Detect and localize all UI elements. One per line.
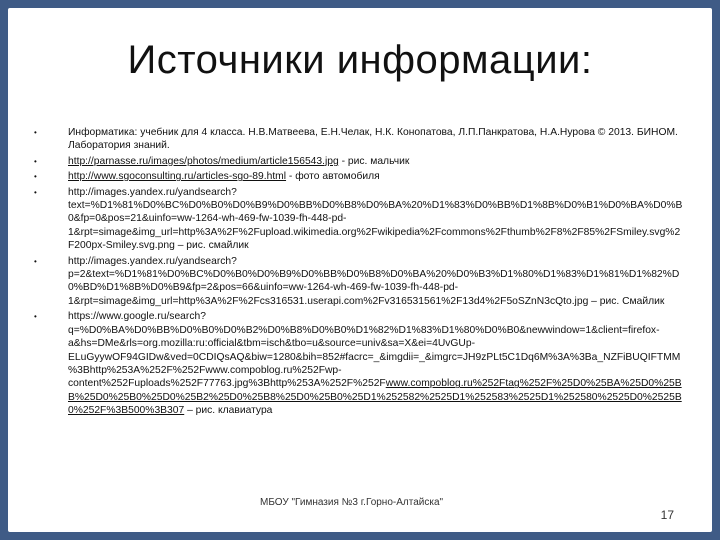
list-item-text: Информатика: учебник для 4 класса. Н.В.М… [68, 127, 678, 152]
bullet-icon: • [34, 256, 37, 266]
link-caption: - фото автомобиля [286, 171, 380, 183]
list-item-text: http://images.yandex.ru/yandsearch?p=2&t… [68, 255, 680, 307]
source-link[interactable]: http://parnasse.ru/images/photos/medium/… [68, 156, 339, 167]
sources-list: • Информатика: учебник для 4 класса. Н.В… [34, 126, 684, 420]
footer-text: МБОУ "Гимназия №3 г.Горно-Алтайска" [260, 497, 444, 508]
link-caption: - рис. мальчик [338, 155, 410, 167]
list-item: • https://www.google.ru/search?q=%D0%BA%… [34, 310, 684, 417]
bullet-icon: • [34, 156, 37, 166]
slide-title: Источники информации: [127, 38, 593, 82]
page-number: 17 [660, 508, 674, 522]
bullet-icon: • [34, 187, 37, 197]
bullet-icon: • [34, 172, 37, 182]
source-link[interactable]: http://www.sgoconsulting.ru/articles-sgo… [68, 171, 286, 182]
list-item: • http://images.yandex.ru/yandsearch?p=2… [34, 255, 684, 309]
list-item: • http://www.sgoconsulting.ru/articles-s… [34, 170, 684, 183]
list-item: • Информатика: учебник для 4 класса. Н.В… [34, 126, 684, 153]
list-item-text: http://images.yandex.ru/yandsearch?text=… [68, 186, 683, 252]
bullet-icon: • [34, 128, 37, 137]
link-caption: – рис. клавиатура [184, 405, 273, 417]
list-item: • http://images.yandex.ru/yandsearch?tex… [34, 186, 684, 253]
list-item: • http://parnasse.ru/images/photos/mediu… [34, 155, 684, 168]
bullet-icon: • [34, 312, 37, 322]
